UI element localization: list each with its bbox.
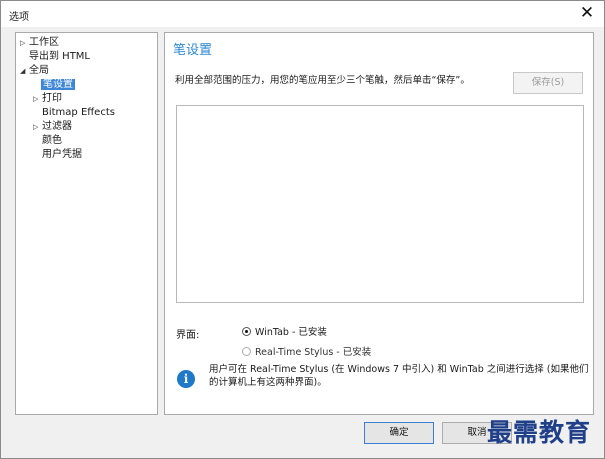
- radio-unchecked-icon[interactable]: [242, 347, 251, 356]
- pen-pressure-canvas[interactable]: [176, 105, 584, 303]
- tree-item-bitmap-effects[interactable]: Bitmap Effects: [42, 106, 115, 120]
- window-title: 选项: [9, 12, 29, 23]
- tree-item-color[interactable]: 颜色: [42, 134, 62, 148]
- watermark-logo: 最需教育: [487, 418, 592, 447]
- info-icon: i: [177, 370, 195, 388]
- panel-title: 笔设置: [173, 43, 213, 58]
- radio-wintab[interactable]: WinTab - 已安装: [242, 326, 327, 340]
- ok-button[interactable]: 确定: [364, 422, 434, 444]
- expand-caret-icon[interactable]: ▷: [33, 92, 42, 106]
- options-tree[interactable]: ▷ 工作区 导出到 HTML ◢ 全局 笔设置 ▷ 打印 Bitmap Effects…: [15, 32, 158, 415]
- expand-caret-icon[interactable]: ▷: [20, 36, 29, 50]
- tree-item-export-html[interactable]: 导出到 HTML: [29, 50, 90, 64]
- tree-item-global[interactable]: ◢ 全局: [20, 64, 49, 78]
- close-icon[interactable]: ✕: [576, 3, 598, 25]
- save-button[interactable]: 保存(S): [513, 72, 583, 94]
- tree-item-print[interactable]: ▷ 打印: [33, 92, 62, 106]
- radio-real-time-stylus[interactable]: Real-Time Stylus - 已安装: [242, 346, 371, 360]
- instruction-text: 利用全部范围的压力，用您的笔应用至少三个笔触，然后单击“保存”。: [175, 75, 470, 86]
- pen-settings-panel: 笔设置 利用全部范围的压力，用您的笔应用至少三个笔触，然后单击“保存”。 保存(…: [164, 32, 594, 415]
- interface-label: 界面:: [176, 330, 200, 341]
- tree-item-user-credentials[interactable]: 用户凭据: [42, 148, 82, 162]
- tree-item-pen-settings[interactable]: 笔设置: [41, 78, 75, 92]
- collapse-caret-icon[interactable]: ◢: [20, 64, 29, 78]
- expand-caret-icon[interactable]: ▷: [33, 120, 42, 134]
- options-dialog: 选项 ✕ ▷ 工作区 导出到 HTML ◢ 全局 笔设置 ▷ 打印 Bitmap Ef…: [0, 0, 605, 459]
- tree-item-filters[interactable]: ▷ 过滤器: [33, 120, 72, 134]
- info-text: 用户可在 Real-Time Stylus (在 Windows 7 中引入) …: [209, 364, 589, 388]
- tree-item-workspace[interactable]: ▷ 工作区: [20, 36, 59, 50]
- title-bar: 选项 ✕: [1, 1, 604, 27]
- radio-checked-icon[interactable]: [242, 327, 251, 336]
